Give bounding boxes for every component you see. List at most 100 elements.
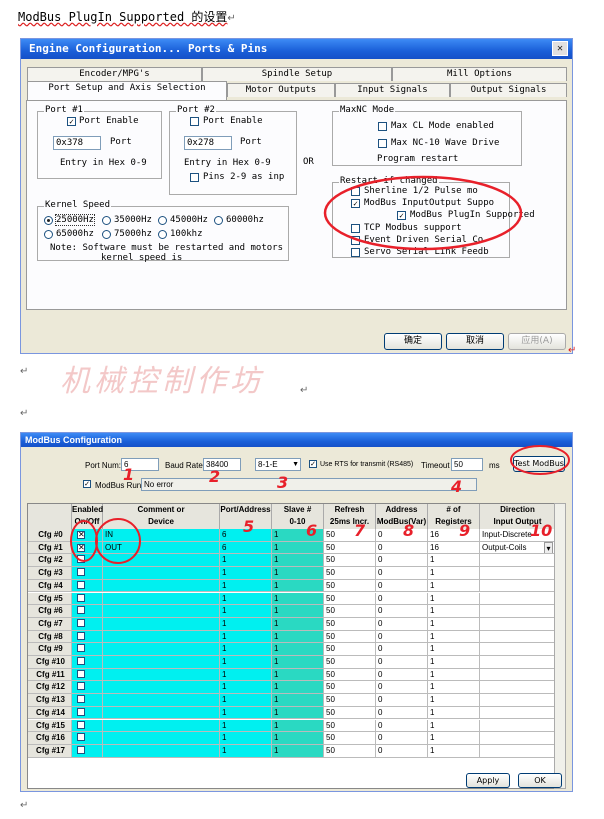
cell-regs[interactable]: 1 xyxy=(428,554,480,568)
cell-slave[interactable]: 1 xyxy=(272,706,324,720)
cell-regs[interactable]: 1 xyxy=(428,605,480,618)
cell-device[interactable] xyxy=(103,744,220,758)
cell-device[interactable] xyxy=(103,579,220,593)
cell-slave[interactable]: 1 xyxy=(272,719,324,733)
radio-25000hz[interactable] xyxy=(44,216,53,225)
cell-regs[interactable]: 1 xyxy=(428,694,480,707)
cell-slave[interactable]: 1 xyxy=(272,732,324,745)
cell-device[interactable] xyxy=(103,681,220,695)
cell-regs[interactable]: 1 xyxy=(428,617,480,631)
cell-refresh[interactable]: 50 xyxy=(324,719,376,733)
cell-address[interactable]: 0 xyxy=(376,732,428,745)
cell-refresh[interactable]: 50 xyxy=(324,681,376,695)
cancel-button[interactable]: 取消 xyxy=(446,333,504,350)
enabled-checkbox[interactable] xyxy=(77,631,85,640)
enabled-checkbox[interactable] xyxy=(77,580,85,589)
grid-scrollbar[interactable] xyxy=(554,503,566,789)
cell-dir[interactable] xyxy=(480,732,554,745)
port1-enable-checkbox[interactable]: ✓ xyxy=(67,117,76,126)
cell-regs[interactable]: 1 xyxy=(428,630,480,644)
cell-regs[interactable]: 1 xyxy=(428,656,480,669)
cell-dir[interactable] xyxy=(480,643,554,656)
enabled-checkbox[interactable] xyxy=(77,707,85,716)
cell-port[interactable]: 1 xyxy=(220,694,272,707)
cell-port[interactable]: 1 xyxy=(220,681,272,695)
cell-regs[interactable]: 16 xyxy=(428,541,480,555)
enabled-checkbox[interactable] xyxy=(77,695,85,704)
cell-device[interactable] xyxy=(103,668,220,682)
cell-port[interactable]: 1 xyxy=(220,579,272,593)
cell-refresh[interactable]: 50 xyxy=(324,732,376,745)
cell-slave[interactable]: 1 xyxy=(272,579,324,593)
cell-dir[interactable] xyxy=(480,719,554,733)
cell-regs[interactable]: 1 xyxy=(428,681,480,695)
tab-motor-outputs[interactable]: Motor Outputs xyxy=(227,83,335,97)
cell-refresh[interactable]: 50 xyxy=(324,706,376,720)
cell-regs[interactable]: 1 xyxy=(428,744,480,758)
tab-port-setup[interactable]: Port Setup and Axis Selection xyxy=(27,81,227,100)
cell-regs[interactable]: 1 xyxy=(428,592,480,606)
cell-address[interactable]: 0 xyxy=(376,681,428,695)
enabled-checkbox[interactable] xyxy=(77,644,85,653)
max-cl-checkbox[interactable] xyxy=(378,122,387,131)
port2-address-input[interactable]: 0x278 xyxy=(184,136,232,150)
cell-regs[interactable]: 1 xyxy=(428,643,480,656)
tab-mill-options[interactable]: Mill Options xyxy=(392,67,567,81)
cell-slave[interactable]: 1 xyxy=(272,554,324,568)
cell-device[interactable] xyxy=(103,706,220,720)
tab-input-signals[interactable]: Input Signals xyxy=(335,83,450,97)
cell-device[interactable] xyxy=(103,643,220,656)
cell-port[interactable]: 1 xyxy=(220,706,272,720)
cell-dir[interactable] xyxy=(480,554,554,568)
cell-refresh[interactable]: 50 xyxy=(324,605,376,618)
cell-refresh[interactable]: 50 xyxy=(324,744,376,758)
modbus-ok-button[interactable]: OK xyxy=(518,773,562,788)
timeout-input[interactable]: 50 xyxy=(451,458,483,471)
chevron-down-icon[interactable]: ▾ xyxy=(544,541,553,554)
cell-dir[interactable] xyxy=(480,681,554,695)
max-nc10-checkbox[interactable] xyxy=(378,139,387,148)
cell-device[interactable] xyxy=(103,732,220,745)
tab-encoder-mpg[interactable]: Encoder/MPG's xyxy=(27,67,202,81)
cell-dir[interactable] xyxy=(480,668,554,682)
port2-pins-checkbox[interactable] xyxy=(190,173,199,182)
cell-refresh[interactable]: 50 xyxy=(324,630,376,644)
enabled-checkbox[interactable] xyxy=(77,669,85,678)
cell-slave[interactable]: 1 xyxy=(272,630,324,644)
enabled-checkbox[interactable] xyxy=(77,657,85,665)
cell-slave[interactable]: 1 xyxy=(272,681,324,695)
cell-address[interactable]: 0 xyxy=(376,554,428,568)
cell-refresh[interactable]: 50 xyxy=(324,541,376,555)
radio-100khz[interactable] xyxy=(158,230,167,239)
radio-60000hz[interactable] xyxy=(214,216,223,225)
cell-dir[interactable] xyxy=(480,706,554,720)
cell-slave[interactable]: 1 xyxy=(272,567,324,580)
cell-dir[interactable] xyxy=(480,744,554,758)
cell-regs[interactable]: 1 xyxy=(428,668,480,682)
cell-device[interactable] xyxy=(103,592,220,606)
enabled-checkbox[interactable] xyxy=(77,720,85,729)
cell-address[interactable]: 0 xyxy=(376,605,428,618)
cell-address[interactable]: 0 xyxy=(376,630,428,644)
cell-refresh[interactable]: 50 xyxy=(324,656,376,669)
cell-dir[interactable] xyxy=(480,567,554,580)
cell-address[interactable]: 0 xyxy=(376,579,428,593)
cell-dir[interactable] xyxy=(480,630,554,644)
cell-dir[interactable] xyxy=(480,656,554,669)
cell-device[interactable] xyxy=(103,605,220,618)
radio-65000hz[interactable] xyxy=(44,230,53,239)
radio-45000hz[interactable] xyxy=(158,216,167,225)
cell-dir[interactable] xyxy=(480,579,554,593)
cell-device[interactable] xyxy=(103,630,220,644)
cell-slave[interactable]: 1 xyxy=(272,668,324,682)
cell-dir[interactable] xyxy=(480,592,554,606)
cell-slave[interactable]: 1 xyxy=(272,643,324,656)
cell-regs[interactable]: 1 xyxy=(428,706,480,720)
cell-dir[interactable] xyxy=(480,605,554,618)
cell-slave[interactable]: 1 xyxy=(272,694,324,707)
port2-enable-checkbox[interactable] xyxy=(190,117,199,126)
cell-regs[interactable]: 16 xyxy=(428,529,480,542)
ok-button[interactable]: 确定 xyxy=(384,333,442,350)
cell-refresh[interactable]: 50 xyxy=(324,529,376,542)
cell-address[interactable]: 0 xyxy=(376,656,428,669)
